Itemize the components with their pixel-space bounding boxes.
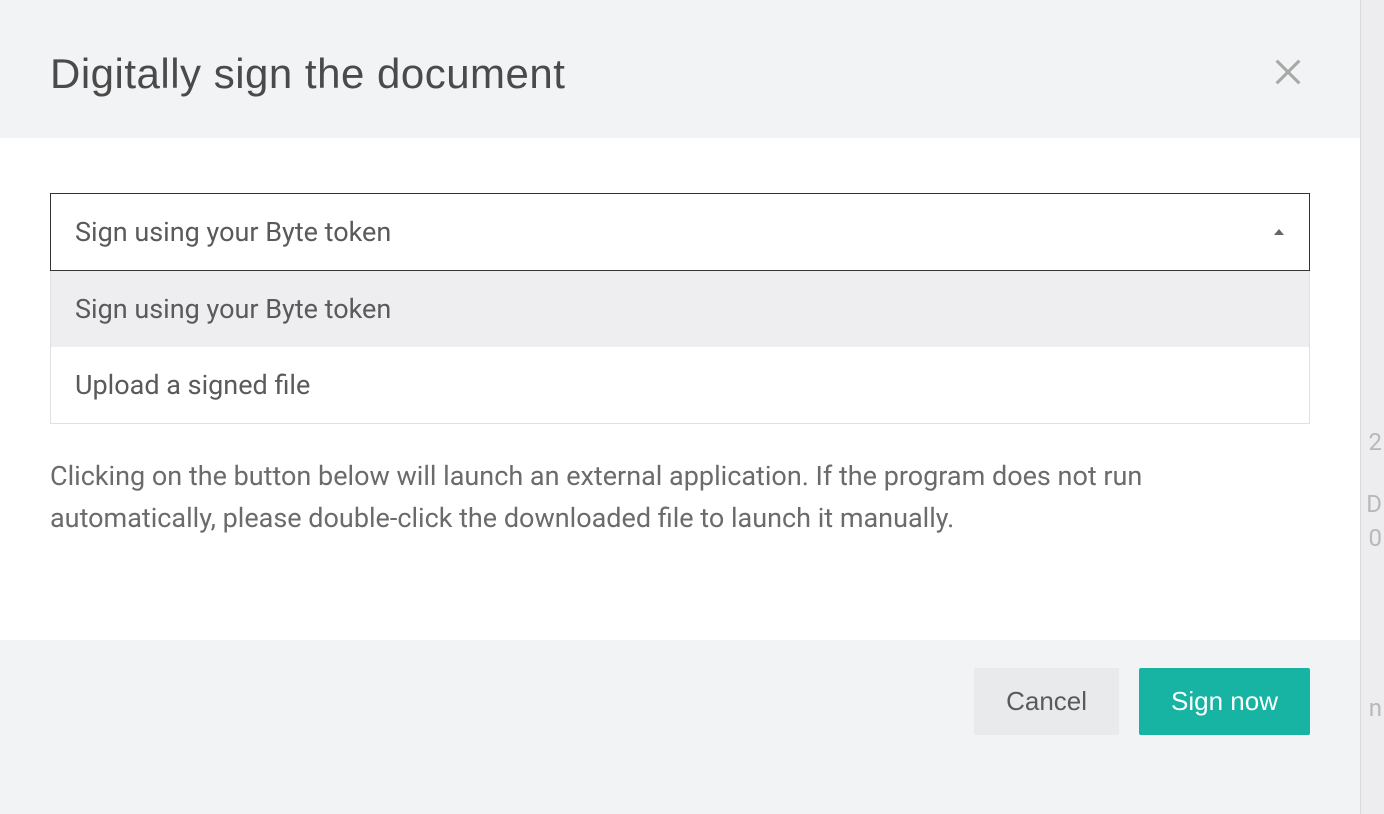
cancel-button[interactable]: Cancel bbox=[974, 668, 1119, 735]
sign-now-button[interactable]: Sign now bbox=[1139, 668, 1310, 735]
dropdown-select[interactable]: Sign using your Byte token bbox=[50, 193, 1310, 271]
modal-title: Digitally sign the document bbox=[50, 50, 565, 98]
background-panel: 2 D 0 n bbox=[1360, 0, 1384, 814]
modal-header: Digitally sign the document bbox=[0, 0, 1360, 138]
close-icon bbox=[1271, 55, 1305, 89]
modal-footer: Cancel Sign now bbox=[0, 640, 1360, 775]
sign-method-dropdown: Sign using your Byte token Sign using yo… bbox=[50, 193, 1310, 424]
background-text-fragment: n bbox=[1369, 694, 1382, 722]
sign-document-modal: Digitally sign the document Sign using y… bbox=[0, 0, 1360, 775]
caret-up-icon bbox=[1273, 228, 1285, 236]
background-text-fragment: 0 bbox=[1369, 524, 1383, 552]
background-text-fragment: 2 bbox=[1369, 428, 1383, 456]
dropdown-option-upload-file[interactable]: Upload a signed file bbox=[51, 347, 1309, 423]
modal-body: Sign using your Byte token Sign using yo… bbox=[0, 138, 1360, 640]
background-text-fragment: D bbox=[1366, 490, 1382, 518]
dropdown-list: Sign using your Byte token Upload a sign… bbox=[50, 271, 1310, 424]
description-text: Clicking on the button below will launch… bbox=[50, 456, 1310, 540]
dropdown-option-byte-token[interactable]: Sign using your Byte token bbox=[51, 271, 1309, 347]
close-button[interactable] bbox=[1266, 50, 1310, 94]
dropdown-selected-label: Sign using your Byte token bbox=[75, 216, 391, 248]
